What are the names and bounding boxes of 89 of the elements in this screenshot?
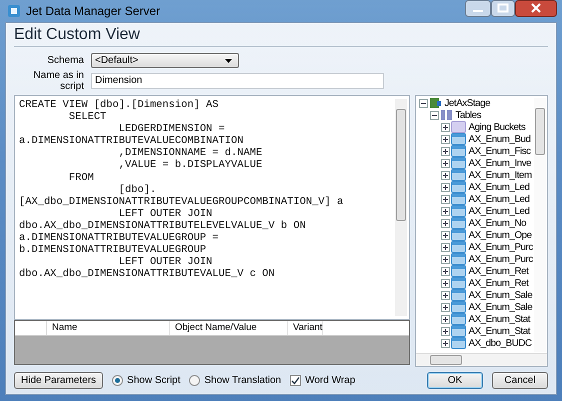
expand-icon[interactable]: [441, 230, 450, 240]
radio-label[interactable]: Show Script: [127, 375, 180, 386]
dialog-heading: Edit Custom View: [14, 26, 548, 47]
column-header[interactable]: Variant: [288, 320, 324, 335]
table-icon: [451, 337, 466, 349]
expand-icon[interactable]: [441, 266, 450, 276]
schema-label: Schema: [46, 55, 85, 66]
tables-icon: [440, 109, 454, 121]
expand-icon[interactable]: [441, 146, 450, 156]
tree-item[interactable]: AX_Enum_Sale: [468, 290, 532, 300]
expand-icon[interactable]: [441, 338, 450, 348]
expand-icon[interactable]: [441, 134, 450, 144]
tree-item[interactable]: AX_Enum_Item: [468, 170, 532, 180]
ok-button[interactable]: OK: [427, 372, 483, 389]
tree-item[interactable]: AX_Enum_Stat: [468, 314, 530, 324]
radio-label[interactable]: Show Translation: [204, 375, 282, 386]
table-icon: [451, 157, 466, 169]
tree-item[interactable]: AX_dbo_BUDC: [468, 338, 532, 348]
column-header[interactable]: Object Name/Value: [170, 320, 288, 335]
tree-item[interactable]: AX_Enum_Fisc: [468, 146, 531, 156]
name-label: Name as in script: [32, 70, 85, 92]
tree-item[interactable]: AX_Enum_Led: [468, 194, 530, 204]
hide-parameters-button[interactable]: Hide Parameters: [14, 372, 104, 389]
expand-icon[interactable]: [441, 122, 450, 132]
radio-button[interactable]: [112, 375, 124, 386]
expand-icon[interactable]: [441, 158, 450, 168]
tree-item[interactable]: Tables: [455, 110, 482, 120]
table-icon: [451, 289, 466, 301]
name-input-field[interactable]: Dimension: [91, 72, 384, 88]
vertical-scrollbar[interactable]: [395, 99, 408, 316]
tree-item[interactable]: AX_Enum_Inve: [468, 158, 532, 168]
database-icon: [429, 97, 442, 109]
table-icon: [451, 193, 466, 205]
checkbox-label[interactable]: Word Wrap: [305, 375, 356, 386]
tree-item[interactable]: JetAxStage: [444, 98, 490, 108]
radio-button[interactable]: [189, 375, 200, 386]
column-header[interactable]: Name: [47, 320, 170, 335]
horizontal-scrollbar[interactable]: [416, 353, 547, 366]
close-icon[interactable]: [515, 0, 557, 17]
schema-dropdown[interactable]: <Default>: [91, 53, 239, 68]
app-icon: [7, 4, 21, 18]
dropdown-arrow-icon: [225, 58, 232, 62]
tree-item[interactable]: AX_Enum_Led: [468, 182, 530, 192]
table-icon: [451, 313, 466, 325]
expand-icon[interactable]: [441, 182, 450, 192]
table-icon: [451, 133, 466, 145]
tree-item[interactable]: AX_Enum_Purc: [468, 242, 533, 252]
table-icon: [451, 277, 466, 289]
table-icon: [451, 145, 466, 157]
tree-item[interactable]: AX_Enum_Ret: [468, 278, 528, 288]
tree-item[interactable]: AX_Enum_Stat: [468, 326, 530, 336]
expand-icon[interactable]: [441, 326, 450, 336]
minimize-icon[interactable]: [465, 0, 491, 17]
tree-item[interactable]: AX_Enum_Bud: [468, 134, 531, 144]
expand-icon[interactable]: [441, 194, 450, 204]
table-icon: [451, 181, 466, 193]
tree-scrollbar[interactable]: [534, 98, 546, 352]
window-title: Jet Data Manager Server: [26, 4, 160, 18]
table-icon: [451, 229, 466, 241]
expand-icon[interactable]: [441, 170, 450, 180]
expand-icon[interactable]: [441, 254, 450, 264]
tree-item[interactable]: AX_Enum_Led: [468, 206, 530, 216]
table-icon: [451, 205, 466, 217]
table-icon: [451, 253, 466, 265]
table-icon: [451, 217, 466, 229]
tree-item[interactable]: AX_Enum_Sale: [468, 302, 532, 312]
table-icon: [451, 121, 466, 133]
expand-icon[interactable]: [441, 242, 450, 252]
collapse-icon[interactable]: [419, 98, 428, 108]
table-icon: [451, 265, 466, 277]
tree-item[interactable]: AX_Enum_Ope: [468, 230, 532, 240]
tree-item[interactable]: AX_Enum_No: [468, 218, 526, 228]
tree-item[interactable]: AX_Enum_Ret: [468, 266, 528, 276]
expand-icon[interactable]: [441, 290, 450, 300]
table-icon: [451, 241, 466, 253]
cancel-button[interactable]: Cancel: [492, 372, 548, 389]
collapse-icon[interactable]: [430, 110, 440, 120]
tree-item[interactable]: Aging Buckets: [468, 122, 526, 132]
expand-icon[interactable]: [441, 302, 450, 312]
maximize-icon[interactable]: [491, 0, 515, 17]
expand-icon[interactable]: [441, 278, 450, 288]
expand-icon[interactable]: [441, 218, 450, 228]
expand-icon[interactable]: [441, 314, 450, 324]
table-icon: [451, 301, 466, 313]
tree-item[interactable]: AX_Enum_Purc: [468, 254, 533, 264]
expand-icon[interactable]: [441, 206, 450, 216]
checkbox[interactable]: [290, 375, 302, 386]
table-icon: [451, 325, 466, 337]
table-icon: [451, 169, 466, 181]
